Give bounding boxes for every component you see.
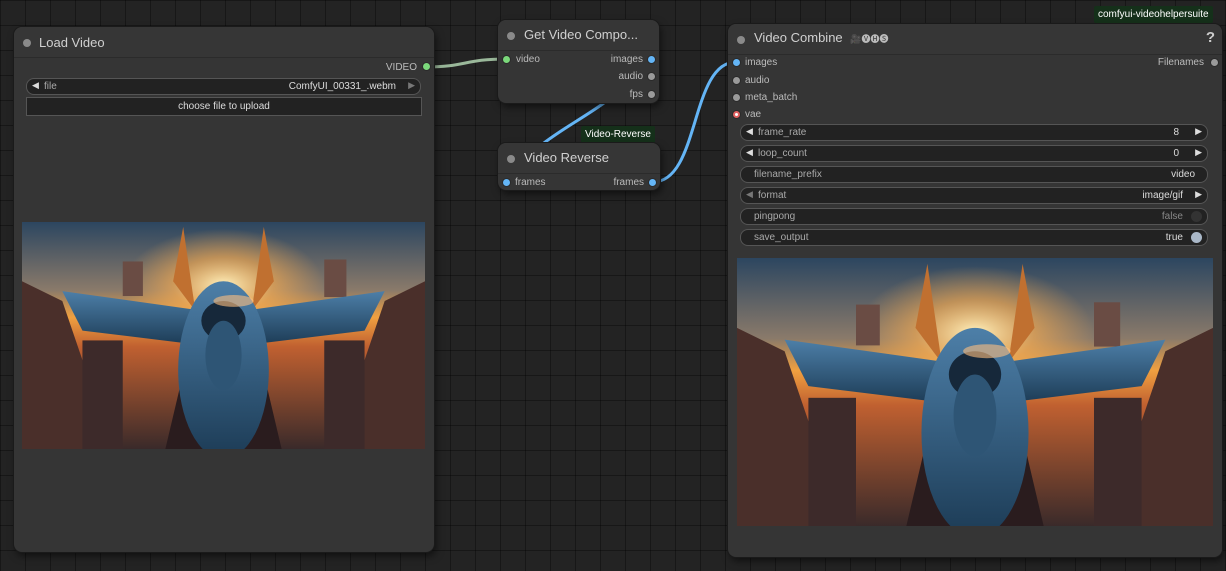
save-output-toggle[interactable]: save_output true [740, 229, 1208, 246]
video-combine-title-bar[interactable]: Video Combine 🎥🅥🅗🅢 ? [728, 24, 1222, 55]
arrow-right-icon[interactable]: ▶ [1195, 189, 1202, 200]
frame-rate-value: 8 [1173, 127, 1179, 138]
load-video-title-bar[interactable]: Load Video [14, 27, 434, 58]
video-reverse-title-bar[interactable]: Video Reverse [498, 143, 660, 174]
toggle-on-icon[interactable] [1191, 232, 1202, 243]
format-widget[interactable]: ◀ format image/gif ▶ [740, 187, 1208, 204]
node-title-text: Video Combine [754, 30, 843, 45]
images-output-label: images [610, 54, 643, 65]
format-value: image/gif [1142, 190, 1183, 201]
frames-input-slot[interactable] [503, 179, 510, 186]
pingpong-value: false [1161, 211, 1183, 222]
audio-output-slot[interactable] [648, 73, 655, 80]
collapse-dot-icon[interactable] [507, 155, 515, 163]
pingpong-toggle[interactable]: pingpong false [740, 208, 1208, 225]
get-video-components-node[interactable]: Get Video Compo... video images audio fp… [498, 20, 659, 103]
images-input-label: images [745, 57, 778, 68]
filenames-output-slot[interactable] [1211, 59, 1218, 66]
video-output-slot[interactable] [423, 63, 430, 70]
frames-output-label: frames [613, 177, 644, 188]
frame-rate-widget[interactable]: ◀ frame_rate 8 ▶ [740, 124, 1208, 141]
fps-output-slot[interactable] [648, 91, 655, 98]
load-video-node[interactable]: Load Video VIDEO ◀ file ComfyUI_00331_.w… [14, 27, 434, 552]
node-title: Video Reverse [524, 150, 610, 165]
vae-input-slot[interactable] [733, 111, 740, 118]
get-components-title-bar[interactable]: Get Video Compo... [498, 20, 659, 51]
images-output-slot[interactable] [648, 56, 655, 63]
toggle-off-icon[interactable] [1191, 211, 1202, 222]
filename-prefix-widget[interactable]: filename_prefix video [740, 166, 1208, 183]
arrow-left-icon[interactable]: ◀ [746, 189, 753, 200]
node-title: Load Video [39, 35, 105, 50]
upload-button[interactable]: choose file to upload [26, 97, 422, 116]
arrow-left-icon[interactable]: ◀ [746, 147, 753, 158]
video-combine-node[interactable]: Video Combine 🎥🅥🅗🅢 ? images Filenames au… [728, 24, 1222, 557]
link-frames-to-combine [652, 60, 737, 184]
arrow-left-icon[interactable]: ◀ [746, 126, 753, 137]
arrow-right-icon[interactable]: ▶ [1195, 126, 1202, 137]
plane-output-image [737, 258, 1213, 526]
file-value: ComfyUI_00331_.webm [288, 81, 396, 92]
node-title: Video Combine 🎥🅥🅗🅢 [754, 30, 889, 45]
node-title: Get Video Compo... [524, 27, 638, 42]
vhs-badge-icon: 🎥🅥🅗🅢 [850, 34, 889, 44]
arrow-right-icon[interactable]: ▶ [408, 80, 415, 91]
filenames-output-label: Filenames [1157, 57, 1204, 68]
frame-rate-label: frame_rate [758, 127, 807, 138]
link-video [426, 57, 507, 69]
loop-count-value: 0 [1173, 148, 1179, 159]
video-output-label: VIDEO [385, 62, 417, 73]
file-combo[interactable]: ◀ file ComfyUI_00331_.webm ▶ [26, 78, 421, 95]
format-label: format [758, 190, 787, 201]
save-output-value: true [1165, 232, 1183, 243]
meta-batch-input-slot[interactable] [733, 94, 740, 101]
video-reverse-badge: Video-Reverse [581, 126, 655, 143]
fps-output-label: fps [629, 89, 643, 100]
frames-input-label: frames [515, 177, 546, 188]
pingpong-label: pingpong [754, 211, 796, 222]
plane-preview-image [22, 222, 425, 449]
audio-output-label: audio [618, 71, 643, 82]
file-label: file [44, 81, 57, 92]
meta-batch-input-label: meta_batch [745, 92, 798, 103]
collapse-dot-icon[interactable] [737, 36, 745, 44]
video-input-slot[interactable] [503, 56, 510, 63]
filename-prefix-label: filename_prefix [754, 169, 822, 180]
collapse-dot-icon[interactable] [507, 32, 515, 40]
arrow-left-icon[interactable]: ◀ [32, 80, 39, 91]
video-input-label: video [516, 54, 540, 65]
video-reverse-node[interactable]: Video Reverse frames frames [498, 143, 660, 190]
arrow-right-icon[interactable]: ▶ [1195, 147, 1202, 158]
vae-input-label: vae [745, 109, 762, 120]
suite-badge: comfyui-videohelpersuite [1094, 6, 1213, 23]
save-output-label: save_output [754, 232, 809, 243]
filename-prefix-value: video [1171, 169, 1195, 180]
collapse-dot-icon[interactable] [23, 39, 31, 47]
output-preview [737, 258, 1213, 526]
video-preview [22, 222, 425, 449]
loop-count-label: loop_count [758, 148, 807, 159]
audio-input-slot[interactable] [733, 77, 740, 84]
audio-input-label: audio [745, 75, 770, 86]
loop-count-widget[interactable]: ◀ loop_count 0 ▶ [740, 145, 1208, 162]
images-input-slot[interactable] [733, 59, 740, 66]
help-icon[interactable]: ? [1206, 29, 1215, 46]
frames-output-slot[interactable] [649, 179, 656, 186]
